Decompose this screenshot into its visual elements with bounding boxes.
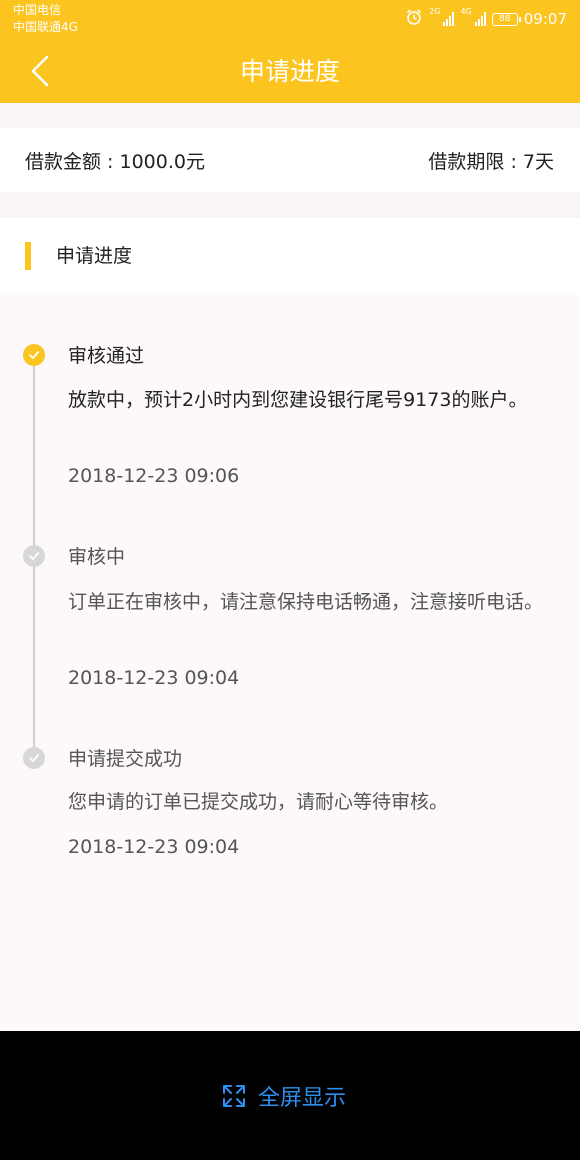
step-time: 2018-12-23 09:04	[68, 667, 240, 689]
net-type-2: 4G	[460, 7, 472, 16]
step-description: 订单正在审核中，请注意保持电话畅通，注意接听电话。	[68, 591, 544, 613]
check-icon	[23, 545, 45, 567]
carrier-1: 中国电信	[13, 3, 62, 17]
fullscreen-label: 全屏显示	[258, 1086, 347, 1111]
alarm-icon	[405, 8, 423, 30]
step-time: 2018-12-23 09:06	[68, 465, 240, 487]
fullscreen-button[interactable]: 全屏显示	[222, 1080, 346, 1112]
step-time: 2018-12-23 09:04	[68, 836, 240, 858]
section-title: 申请进度	[56, 245, 133, 267]
loan-term: 借款期限 : 7天	[428, 150, 554, 173]
status-time: 09:07	[523, 10, 567, 28]
step-title: 审核通过	[68, 345, 145, 367]
status-carriers: 中国电信 中国联通4G	[13, 2, 78, 36]
check-icon	[23, 344, 45, 366]
fullscreen-icon	[223, 1085, 245, 1107]
step-description: 您申请的订单已提交成功，请耐心等待审核。	[68, 791, 449, 813]
signal-icon	[443, 12, 455, 26]
net-type-1: 2G	[429, 7, 441, 16]
loan-amount: 借款金额 : 1000.0元	[25, 150, 205, 173]
step-title: 申请提交成功	[68, 748, 183, 770]
check-icon	[23, 747, 45, 769]
section-accent-bar	[25, 242, 31, 270]
carrier-2: 中国联通4G	[13, 20, 78, 34]
loan-info-card: 借款金额 : 1000.0元 借款期限 : 7天	[0, 128, 580, 192]
step-title: 审核中	[68, 546, 126, 568]
battery-icon: 88	[491, 12, 521, 26]
page-title: 申请进度	[239, 57, 340, 86]
section-header: 申请进度	[0, 218, 580, 295]
status-icons: 2G 4G 88 09:07	[405, 8, 567, 30]
signal-icon	[474, 12, 486, 26]
step-description: 放款中，预计2小时内到您建设银行尾号9173的账户。	[68, 389, 528, 411]
